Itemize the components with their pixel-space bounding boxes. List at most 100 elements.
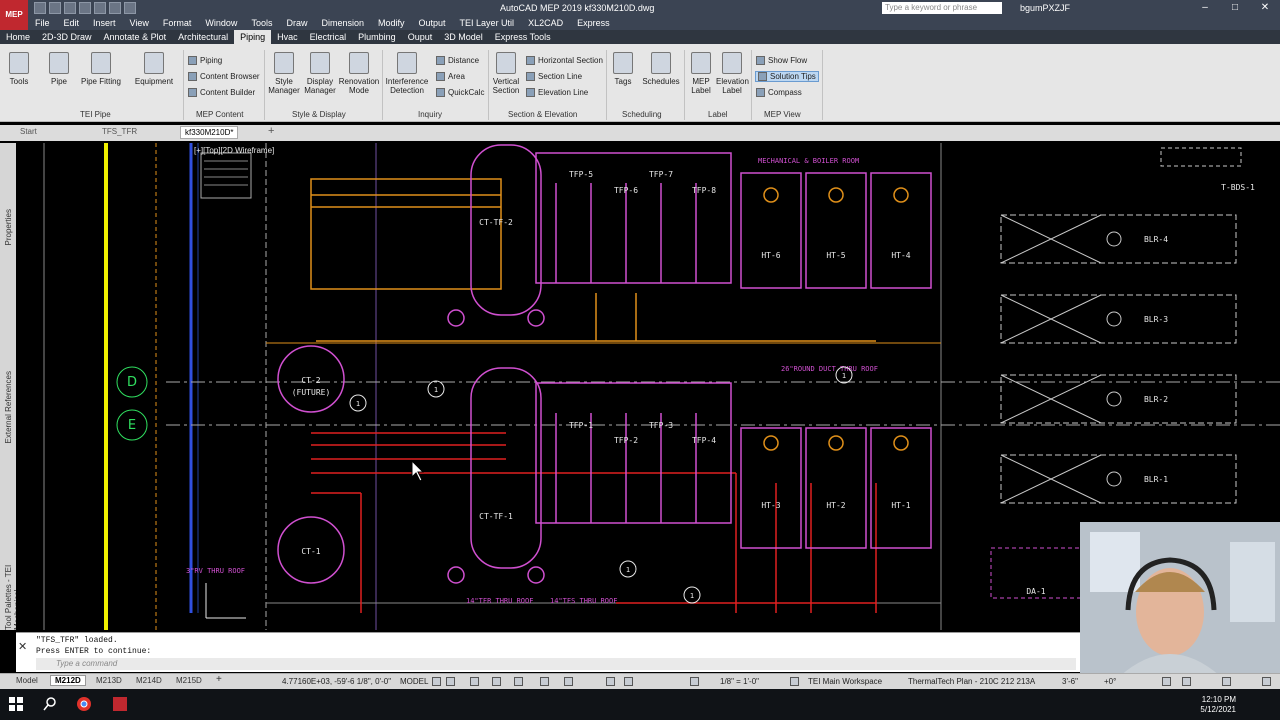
quickcalc-button[interactable]: QuickCalc [436, 88, 484, 97]
viewport-controls[interactable]: [+][Top][2D Wireframe] [194, 146, 274, 155]
compass-button[interactable]: Compass [756, 88, 802, 97]
annotation-scale[interactable]: 1/8" = 1'-0" [720, 677, 759, 686]
ribbon-tab-home[interactable]: Home [0, 30, 36, 44]
menu-modify[interactable]: Modify [371, 16, 412, 30]
area-button[interactable]: Area [436, 72, 465, 81]
panel-label-inquiry[interactable]: Inquiry [418, 110, 442, 119]
selection-cycling-icon[interactable] [624, 677, 633, 686]
display-manager-button[interactable]: Display Manager [302, 52, 338, 95]
solution-tips-button[interactable]: Solution Tips [755, 71, 819, 82]
interference-detection-button[interactable]: Interference Detection [384, 52, 430, 95]
coordinates-readout[interactable]: 4.77160E+03, -59'-6 1/8", 0'-0" [282, 677, 391, 686]
menu-tools[interactable]: Tools [244, 16, 279, 30]
schedules-button[interactable]: Schedules [640, 52, 682, 86]
isolate-icon[interactable] [1162, 677, 1171, 686]
doc-tab-start[interactable]: Start [20, 127, 37, 136]
model-space-toggle[interactable]: MODEL [400, 677, 428, 686]
menu-xl2cad[interactable]: XL2CAD [521, 16, 570, 30]
menu-file[interactable]: File [28, 16, 57, 30]
maximize-icon[interactable]: □ [1220, 0, 1250, 16]
panel-label-mep-view[interactable]: MEP View [764, 110, 801, 119]
vertical-section-button[interactable]: Vertical Section [490, 52, 522, 95]
undo-icon[interactable] [109, 2, 121, 14]
menu-format[interactable]: Format [156, 16, 199, 30]
polar-icon[interactable] [492, 677, 501, 686]
chrome-icon[interactable] [76, 696, 92, 712]
doc-tab-tfs-tfr[interactable]: TFS_TFR [102, 127, 137, 136]
new-layout-icon[interactable]: + [212, 674, 226, 685]
customize-icon[interactable] [1262, 677, 1271, 686]
angle-readout[interactable]: +0° [1104, 677, 1116, 686]
redo-icon[interactable] [124, 2, 136, 14]
panel-label-style-display[interactable]: Style & Display [292, 110, 346, 119]
section-line-button[interactable]: Section Line [526, 72, 582, 81]
open-icon[interactable] [49, 2, 61, 14]
menu-insert[interactable]: Insert [86, 16, 123, 30]
mep-label-button[interactable]: MEP Label [688, 52, 714, 95]
osnap-icon[interactable] [514, 677, 523, 686]
panel-label-scheduling[interactable]: Scheduling [622, 110, 662, 119]
grid-icon[interactable] [432, 677, 441, 686]
ribbon-tab-piping[interactable]: Piping [234, 30, 272, 44]
ribbon-tab-plumbing[interactable]: Plumbing [352, 30, 402, 44]
menu-view[interactable]: View [123, 16, 156, 30]
elevation-readout[interactable]: 3'-6" [1062, 677, 1078, 686]
hardware-accel-icon[interactable] [1182, 677, 1191, 686]
pipe-fitting-button[interactable]: Pipe Fitting [78, 52, 124, 86]
renovation-mode-button[interactable]: Renovation Mode [338, 52, 380, 95]
workspace-dropdown[interactable]: TEI Main Workspace [808, 677, 882, 686]
snap-icon[interactable] [446, 677, 455, 686]
lineweight-icon[interactable] [564, 677, 573, 686]
autocad-taskbar-icon[interactable] [112, 696, 128, 712]
content-browser-button[interactable]: Content Browser [188, 72, 260, 81]
pipe-button[interactable]: Pipe [46, 52, 72, 86]
external-references-palette[interactable]: External References [4, 371, 13, 443]
system-clock[interactable]: 12:10 PM 5/12/2021 [1200, 695, 1236, 715]
ribbon-tab-express-tools[interactable]: Express Tools [489, 30, 557, 44]
lock-icon[interactable] [690, 677, 699, 686]
menu-output[interactable]: Output [412, 16, 453, 30]
search-input[interactable]: Type a keyword or phrase [882, 2, 1002, 14]
layout-tab-m215d[interactable]: M215D [172, 676, 206, 685]
plot-icon[interactable] [94, 2, 106, 14]
saveas-icon[interactable] [79, 2, 91, 14]
layout-tab-model[interactable]: Model [12, 676, 42, 685]
panel-label-section-elevation[interactable]: Section & Elevation [508, 110, 577, 119]
elevation-line-button[interactable]: Elevation Line [526, 88, 588, 97]
layout-tab-m212d[interactable]: M212D [50, 675, 86, 686]
elevation-label-button[interactable]: Elevation Label [716, 52, 749, 95]
search-icon[interactable] [42, 696, 58, 712]
layout-tab-m214d[interactable]: M214D [132, 676, 166, 685]
app-logo-icon[interactable]: MEP [0, 0, 28, 30]
tools-button[interactable]: Tools [6, 52, 32, 86]
ribbon-tab-electrical[interactable]: Electrical [304, 30, 353, 44]
ribbon-tab-3d-model[interactable]: 3D Model [438, 30, 489, 44]
menu-dimension[interactable]: Dimension [314, 16, 371, 30]
ribbon-tab-ouput[interactable]: Ouput [402, 30, 439, 44]
windows-start-icon[interactable] [8, 696, 24, 712]
horizontal-section-button[interactable]: Horizontal Section [526, 56, 603, 65]
fullscreen-icon[interactable] [1222, 677, 1231, 686]
otrack-icon[interactable] [540, 677, 549, 686]
panel-label-mep-content[interactable]: MEP Content [196, 110, 243, 119]
piping-button[interactable]: Piping [188, 56, 222, 65]
close-icon[interactable]: ✕ [1250, 0, 1280, 16]
menu-express[interactable]: Express [570, 16, 617, 30]
style-manager-button[interactable]: Style Manager [266, 52, 302, 95]
show-flow-button[interactable]: Show Flow [756, 56, 807, 65]
plan-dropdown[interactable]: ThermalTech Plan - 210C 212 213A [908, 677, 1035, 686]
doc-tab-active[interactable]: kf330M210D* [180, 126, 239, 139]
menu-draw[interactable]: Draw [279, 16, 314, 30]
ribbon-tab-architectural[interactable]: Architectural [172, 30, 234, 44]
transparency-icon[interactable] [606, 677, 615, 686]
content-builder-button[interactable]: Content Builder [188, 88, 255, 97]
distance-button[interactable]: Distance [436, 56, 479, 65]
ribbon-tab-2d-3d-draw[interactable]: 2D-3D Draw [36, 30, 98, 44]
layout-tab-m213d[interactable]: M213D [92, 676, 126, 685]
properties-palette[interactable]: Properties [4, 209, 13, 245]
minimize-icon[interactable]: – [1190, 0, 1220, 16]
new-tab-icon[interactable]: + [268, 125, 274, 137]
menu-tei-layer-util[interactable]: TEI Layer Util [453, 16, 522, 30]
ribbon-tab-annotate-plot[interactable]: Annotate & Plot [98, 30, 173, 44]
user-name[interactable]: bgumPXZJF [1020, 3, 1070, 13]
